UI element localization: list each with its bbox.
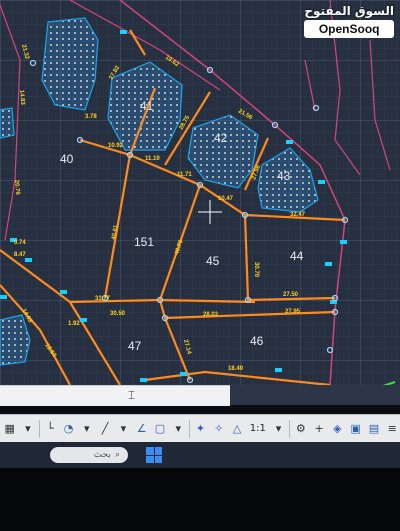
add-icon[interactable]: + <box>311 421 326 437</box>
cad-drawing-area[interactable]: 40 41 42 43 44 45 46 47 151 27.82 19.62 … <box>0 0 400 385</box>
monitor-bezel <box>0 468 400 531</box>
dropdown-arrow-icon[interactable]: ▾ <box>79 421 94 437</box>
separator <box>38 419 40 438</box>
dropdown-arrow-icon[interactable]: ▾ <box>20 421 35 437</box>
lot-number-45: 45 <box>206 254 220 268</box>
status-toolbar: ▦ ▾ └ ◔ ▾ ╱ ▾ ∠ ▢ ▾ ✦ ✧ △ 1:1 ▾ ⚙ + ◈ ▣ … <box>0 414 400 442</box>
ortho-icon[interactable]: └ <box>43 421 58 437</box>
windows-start-icon[interactable] <box>146 447 162 463</box>
dim-label: 3.78 <box>85 114 97 120</box>
dim-label: 8.47 <box>14 252 26 258</box>
dim-label: 21.56 <box>237 109 254 122</box>
search-icon: ⌕ <box>114 450 120 460</box>
lot-number-41: 41 <box>140 99 154 113</box>
object-snap-icon[interactable]: ▢ <box>152 421 167 437</box>
dim-label: 32.47 <box>290 212 306 218</box>
dim-label: 30.50 <box>110 311 126 317</box>
cad-plan-svg: 40 41 42 43 44 45 46 47 151 27.82 19.62 … <box>0 0 396 385</box>
dim-label: 28.03 <box>203 312 219 318</box>
lot-number-42: 42 <box>214 131 228 145</box>
lock-ui-icon[interactable]: ▤ <box>366 421 381 437</box>
command-line-input[interactable]: ⌶ <box>0 385 230 406</box>
dim-label: 20.76 <box>13 180 20 196</box>
dim-label: 11.71 <box>177 172 192 178</box>
scale-label[interactable]: 1:1 <box>248 421 268 437</box>
dim-label: 33.77 <box>95 296 111 302</box>
auto-scale-icon[interactable]: △ <box>229 421 244 437</box>
road-line-6 <box>304 59 316 111</box>
lot-building-a <box>41 17 99 111</box>
lot-number-151: 151 <box>134 235 154 249</box>
lot-building-edge <box>0 107 15 139</box>
dropdown-arrow-icon[interactable]: ▾ <box>116 421 131 437</box>
dim-label: 11.19 <box>145 156 160 162</box>
crosshair-cursor-icon <box>198 200 222 224</box>
lot-number-44: 44 <box>290 249 304 263</box>
annotation-scale-icon[interactable]: ✦ <box>193 421 208 437</box>
separator <box>188 419 190 438</box>
lot-building-left <box>0 314 31 366</box>
separator <box>289 419 291 438</box>
dim-label: 0.74 <box>14 240 26 246</box>
dim-label: 30.70 <box>253 262 259 278</box>
dim-label: 18.49 <box>228 366 244 372</box>
dim-label: 40.70 <box>174 239 185 256</box>
dim-label: 27.95 <box>285 309 301 315</box>
watermark-arabic: السوق المفتوح <box>304 4 394 18</box>
search-placeholder: بحث <box>93 450 111 460</box>
workspace-gear-icon[interactable]: ⚙ <box>293 421 308 437</box>
lot-number-47: 47 <box>128 339 142 353</box>
dim-label: 10.92 <box>108 143 124 149</box>
opensooq-watermark: السوق المفتوح OpenSooq <box>304 4 394 38</box>
dim-label: 21.32 <box>20 44 30 61</box>
polar-tracking-icon[interactable]: ◔ <box>61 421 76 437</box>
dim-label: 1.92 <box>68 321 80 327</box>
object-snap-tracking-icon[interactable]: ∠ <box>134 421 149 437</box>
isodraft-icon[interactable]: ╱ <box>97 421 112 437</box>
windows-taskbar: بحث ⌕ <box>0 442 400 468</box>
dim-label: 14.83 <box>18 90 25 106</box>
drawing-area-strip <box>230 385 400 405</box>
text-cursor-icon: ⌶ <box>128 388 136 402</box>
dim-label: 27.50 <box>283 292 299 298</box>
lot-number-46: 46 <box>250 334 264 348</box>
road-line-4 <box>369 39 391 171</box>
lot-building-42 <box>187 114 259 189</box>
dim-label: 40.61 <box>111 224 120 240</box>
grid-display-icon[interactable]: ▦ <box>2 421 17 437</box>
hardware-acceleration-icon[interactable]: ▣ <box>348 421 363 437</box>
watermark-english: OpenSooq <box>304 20 394 38</box>
isolate-objects-icon[interactable]: ◈ <box>330 421 345 437</box>
customize-menu-icon[interactable]: ≡ <box>385 421 400 437</box>
taskbar-search-box[interactable]: بحث ⌕ <box>50 447 128 463</box>
dropdown-arrow-icon[interactable]: ▾ <box>171 421 186 437</box>
annotation-visibility-icon[interactable]: ✧ <box>211 421 226 437</box>
dim-label: 19.62 <box>164 55 180 69</box>
lot-number-43: 43 <box>277 169 291 183</box>
dim-label: 10.47 <box>218 196 234 202</box>
dropdown-arrow-icon[interactable]: ▾ <box>271 421 286 437</box>
dim-label: 27.14 <box>182 339 192 356</box>
lot-number-40: 40 <box>60 152 74 166</box>
